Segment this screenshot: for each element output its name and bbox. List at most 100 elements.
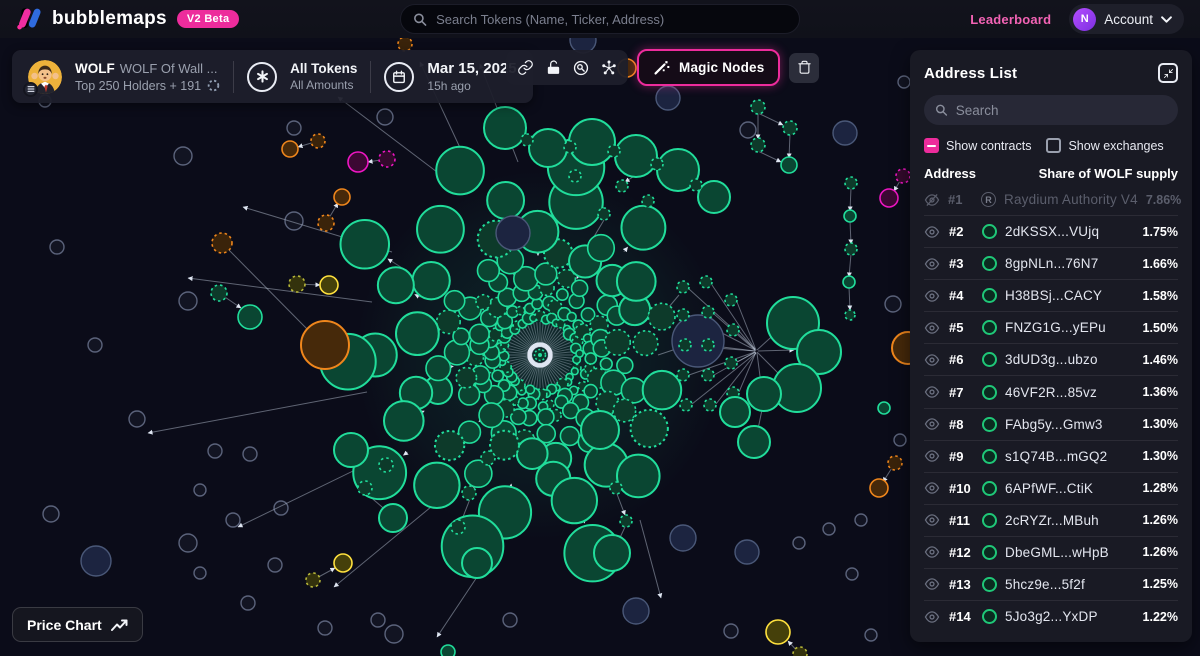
bubble[interactable] (677, 369, 689, 381)
bubble[interactable] (610, 482, 622, 494)
bubble[interactable] (878, 402, 890, 414)
account-button[interactable]: N Account (1069, 4, 1184, 34)
bubble[interactable] (724, 624, 738, 638)
bubble[interactable] (377, 109, 393, 125)
checkbox-checked[interactable] (924, 138, 939, 153)
bubble[interactable] (238, 305, 262, 329)
bubble[interactable] (179, 292, 197, 310)
address-row[interactable]: #1 R Raydium Authority V4 7.86% (924, 184, 1178, 216)
address-label[interactable]: 2cRYZr...MBuh (1005, 513, 1099, 528)
bubble[interactable] (417, 206, 464, 253)
address-label[interactable]: Raydium Authority V4 (1004, 192, 1138, 207)
bubble[interactable] (571, 368, 578, 375)
bubble[interactable] (845, 310, 855, 320)
bubble[interactable] (492, 370, 503, 381)
bubble[interactable] (241, 596, 255, 610)
bubble[interactable] (677, 309, 689, 321)
bubble[interactable] (462, 548, 492, 578)
visibility-toggle[interactable] (924, 289, 941, 303)
bubble[interactable] (385, 625, 403, 643)
bubble[interactable] (426, 356, 451, 381)
bubble[interactable] (301, 321, 349, 369)
bubble[interactable] (129, 411, 145, 427)
bubble[interactable] (846, 568, 858, 580)
visibility-toggle[interactable] (924, 321, 941, 335)
bubble[interactable] (865, 629, 877, 641)
bubble[interactable] (870, 479, 888, 497)
bubble[interactable] (529, 129, 567, 167)
show-exchanges-checkbox[interactable]: Show exchanges (1046, 138, 1163, 153)
bubble[interactable] (605, 330, 631, 356)
delete-button[interactable] (789, 53, 819, 83)
bubble[interactable] (585, 353, 596, 364)
bubble[interactable] (435, 431, 464, 460)
bubble[interactable] (81, 546, 111, 576)
address-row[interactable]: #6 R 3dUD3g...ubzo 1.46% (924, 344, 1178, 376)
bubble[interactable] (282, 141, 298, 157)
bubble[interactable] (751, 138, 765, 152)
bubble[interactable] (608, 145, 620, 157)
bubble[interactable] (845, 177, 857, 189)
address-row[interactable]: #10 R 6APfWF...CtiK 1.28% (924, 473, 1178, 505)
collapse-panel-button[interactable] (1158, 63, 1178, 83)
visibility-toggle[interactable] (924, 513, 941, 527)
bubble[interactable] (700, 276, 712, 288)
bubble[interactable] (738, 426, 770, 458)
bubble[interactable] (735, 540, 759, 564)
address-search[interactable] (924, 95, 1178, 125)
address-row[interactable]: #4 R H38BSj...CACY 1.58% (924, 280, 1178, 312)
bubble[interactable] (572, 280, 588, 296)
bubble[interactable] (211, 285, 227, 301)
address-label[interactable]: 3dUD3g...ubzo (1005, 352, 1098, 367)
bubble[interactable] (311, 134, 325, 148)
address-label[interactable]: H38BSj...CACY (1005, 288, 1102, 303)
bubble[interactable] (855, 514, 867, 526)
bubble[interactable] (643, 371, 682, 410)
bubble[interactable] (567, 312, 576, 321)
bubble[interactable] (274, 501, 288, 515)
bubble[interactable] (616, 180, 628, 192)
bubble[interactable] (289, 276, 305, 292)
bubble[interactable] (833, 121, 857, 145)
bubble[interactable] (384, 401, 424, 441)
bubble[interactable] (617, 262, 656, 301)
bubble[interactable] (456, 368, 476, 388)
address-label[interactable]: FNZG1G...yEPu (1005, 320, 1106, 335)
date-filter[interactable]: Mar 15, 2025 15h ago (427, 60, 516, 93)
bubble[interactable] (620, 515, 632, 527)
bubble[interactable] (436, 147, 484, 195)
bubble[interactable] (194, 567, 206, 579)
bubble[interactable] (720, 397, 750, 427)
magic-nodes-button[interactable]: Magic Nodes (637, 49, 780, 86)
bubble[interactable] (598, 208, 610, 220)
visibility-toggle[interactable] (924, 545, 941, 559)
bubble[interactable] (412, 262, 449, 299)
bubble[interactable] (379, 504, 407, 532)
bubble[interactable] (496, 216, 530, 250)
bubble[interactable] (398, 37, 412, 51)
bubble[interactable] (793, 647, 807, 656)
bubble[interactable] (334, 433, 368, 467)
bubble[interactable] (680, 399, 692, 411)
bubble[interactable] (557, 289, 568, 300)
bubble[interactable] (378, 267, 414, 303)
address-label[interactable]: 8gpNLn...76N7 (1005, 256, 1098, 271)
bubble[interactable] (569, 170, 581, 182)
bubble[interactable] (43, 506, 59, 522)
bubble[interactable] (487, 182, 524, 219)
visibility-toggle[interactable] (924, 449, 941, 463)
bubble[interactable] (538, 409, 554, 425)
bubble[interactable] (379, 151, 395, 167)
bubble[interactable] (656, 86, 680, 110)
bubble[interactable] (781, 157, 797, 173)
visibility-toggle[interactable] (924, 193, 940, 207)
bubble[interactable] (318, 215, 334, 231)
bubble[interactable] (379, 458, 393, 472)
bubble[interactable] (476, 295, 491, 310)
bubble[interactable] (704, 399, 716, 411)
bubble[interactable] (633, 331, 658, 356)
brand-logo[interactable]: bubblemaps (16, 7, 167, 31)
visibility-toggle[interactable] (924, 385, 941, 399)
bubble[interactable] (569, 119, 615, 165)
bubble[interactable] (845, 243, 857, 255)
